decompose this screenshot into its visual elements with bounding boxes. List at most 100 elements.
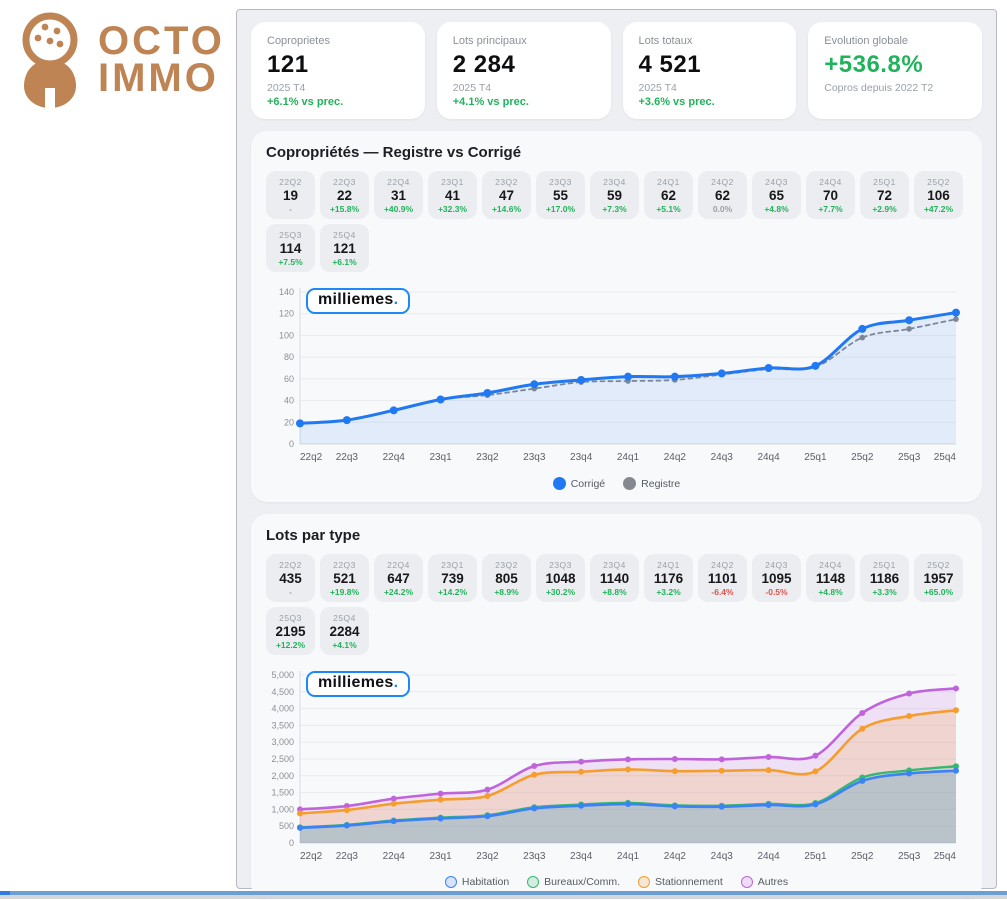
chip-value: 805: [482, 571, 531, 586]
chip-value: 114: [266, 241, 315, 256]
legend-item-stationnement[interactable]: Stationnement: [638, 876, 723, 888]
kpi-card-lots-totaux: Lots totaux 4 521 2025 T4 +3.6% vs prec.: [623, 22, 797, 119]
chip-value: 2195: [266, 624, 315, 639]
svg-text:4,000: 4,000: [271, 704, 294, 714]
kpi-period: 2025 T4: [639, 82, 781, 94]
brand-logo: OCTO IMMO: [12, 10, 225, 110]
chip-delta: +15.8%: [320, 204, 369, 214]
chip-delta: +17.0%: [536, 204, 585, 214]
svg-text:24q3: 24q3: [711, 452, 734, 463]
chip-quarter-label: 24Q2: [698, 177, 747, 187]
kpi-label: Evolution globale: [824, 35, 966, 47]
quarter-chips-coproprietes: 22Q219-22Q322+15.8%22Q431+40.9%23Q141+32…: [266, 171, 967, 272]
svg-text:23q3: 23q3: [523, 452, 546, 463]
quarter-chip-23q3: 23Q355+17.0%: [536, 171, 585, 219]
chip-delta: +7.5%: [266, 257, 315, 267]
horizontal-scrollbar[interactable]: [0, 891, 1007, 895]
chip-value: 647: [374, 571, 423, 586]
quarter-chip-22q2: 22Q219-: [266, 171, 315, 219]
svg-text:24q4: 24q4: [757, 851, 780, 862]
lots-area-chart: 05001,0001,5002,0002,5003,0003,5004,0004…: [266, 667, 968, 867]
chip-delta: +8.9%: [482, 587, 531, 597]
svg-text:500: 500: [279, 821, 294, 831]
kpi-value: 4 521: [639, 51, 781, 79]
svg-text:22q4: 22q4: [383, 851, 406, 862]
chip-quarter-label: 22Q4: [374, 560, 423, 570]
octo-immo-icon: [12, 10, 90, 110]
chip-delta: +40.9%: [374, 204, 423, 214]
legend-marker: [623, 477, 636, 490]
svg-text:25q2: 25q2: [851, 851, 874, 862]
quarter-chip-22q3: 22Q3521+19.8%: [320, 554, 369, 602]
legend-item-bureaux-comm-[interactable]: Bureaux/Comm.: [527, 876, 620, 888]
chip-value: 47: [482, 188, 531, 203]
quarter-chip-25q2: 25Q21957+65.0%: [914, 554, 963, 602]
chip-delta: +14.6%: [482, 204, 531, 214]
chip-quarter-label: 23Q2: [482, 177, 531, 187]
chip-quarter-label: 25Q4: [320, 613, 369, 623]
watermark-dot: .: [394, 674, 399, 691]
scrollbar-thumb[interactable]: [0, 891, 10, 895]
legend-marker: [527, 876, 539, 888]
chip-quarter-label: 24Q1: [644, 177, 693, 187]
quarter-chip-25q1: 25Q11186+3.3%: [860, 554, 909, 602]
chip-quarter-label: 23Q1: [428, 177, 477, 187]
chip-delta: +4.8%: [752, 204, 801, 214]
svg-text:25q4: 25q4: [934, 452, 957, 463]
legend-item-habitation[interactable]: Habitation: [445, 876, 509, 888]
kpi-period: 2025 T4: [267, 82, 409, 94]
chip-delta: +4.1%: [320, 640, 369, 650]
legend-item-corrig-[interactable]: Corrigé: [553, 477, 605, 490]
chip-value: 19: [266, 188, 315, 203]
copro-chart-legend: Corrigé Registre: [266, 477, 967, 490]
svg-text:5,000: 5,000: [271, 670, 294, 680]
quarter-chips-lots: 22Q2435-22Q3521+19.8%22Q4647+24.2%23Q173…: [266, 554, 967, 655]
svg-text:20: 20: [284, 417, 294, 427]
quarter-chip-24q2: 24Q2620.0%: [698, 171, 747, 219]
svg-text:23q1: 23q1: [429, 851, 452, 862]
chip-quarter-label: 25Q2: [914, 560, 963, 570]
svg-text:24q4: 24q4: [757, 452, 780, 463]
svg-text:22q3: 22q3: [336, 851, 359, 862]
kpi-card-evolution-globale: Evolution globale +536.8% Copros depuis …: [808, 22, 982, 119]
kpi-period: Copros depuis 2022 T2: [824, 82, 966, 94]
svg-text:24q1: 24q1: [617, 851, 640, 862]
svg-text:3,000: 3,000: [271, 737, 294, 747]
milliemes-watermark: milliemes.: [306, 671, 410, 697]
kpi-row: Coproprietes 121 2025 T4 +6.1% vs prec. …: [251, 22, 982, 119]
quarter-chip-23q2: 23Q2805+8.9%: [482, 554, 531, 602]
chip-quarter-label: 24Q2: [698, 560, 747, 570]
svg-text:0: 0: [289, 439, 294, 449]
svg-text:1,000: 1,000: [271, 804, 294, 814]
chip-value: 1101: [698, 571, 747, 586]
svg-text:23q4: 23q4: [570, 851, 593, 862]
svg-text:140: 140: [279, 287, 294, 297]
milliemes-watermark: milliemes.: [306, 288, 410, 314]
chip-value: 59: [590, 188, 639, 203]
svg-text:0: 0: [289, 838, 294, 848]
watermark-text: milliemes: [318, 674, 394, 691]
kpi-value: +536.8%: [824, 51, 966, 79]
chip-value: 41: [428, 188, 477, 203]
chip-delta: +12.2%: [266, 640, 315, 650]
brand-name-line2: IMMO: [98, 60, 225, 97]
svg-text:25q4: 25q4: [934, 851, 957, 862]
chip-quarter-label: 25Q2: [914, 177, 963, 187]
legend-item-registre[interactable]: Registre: [623, 477, 680, 490]
chip-quarter-label: 22Q3: [320, 177, 369, 187]
chip-delta: +24.2%: [374, 587, 423, 597]
chip-delta: +3.3%: [860, 587, 909, 597]
chip-delta: +47.2%: [914, 204, 963, 214]
svg-text:1,500: 1,500: [271, 788, 294, 798]
svg-text:4,500: 4,500: [271, 687, 294, 697]
legend-label: Bureaux/Comm.: [544, 876, 620, 888]
svg-text:24q2: 24q2: [664, 851, 687, 862]
chip-value: 1140: [590, 571, 639, 586]
chip-quarter-label: 25Q1: [860, 177, 909, 187]
chip-delta: +4.8%: [806, 587, 855, 597]
chip-delta: +7.3%: [590, 204, 639, 214]
quarter-chip-25q3: 25Q32195+12.2%: [266, 607, 315, 655]
kpi-delta: +4.1% vs prec.: [453, 96, 595, 108]
legend-item-autres[interactable]: Autres: [741, 876, 788, 888]
chip-value: 70: [806, 188, 855, 203]
